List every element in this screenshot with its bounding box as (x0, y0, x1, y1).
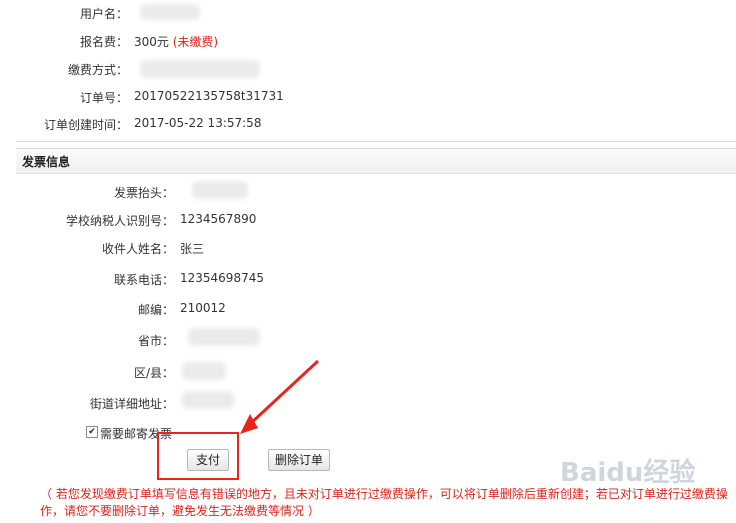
notice-text: （ 若您发现缴费订单填写信息有错误的地方，且未对订单进行过缴费操作，可以将订单删… (40, 487, 728, 518)
annotation-arrow (240, 359, 320, 434)
watermark-logo: Baidu经验 (560, 458, 696, 488)
